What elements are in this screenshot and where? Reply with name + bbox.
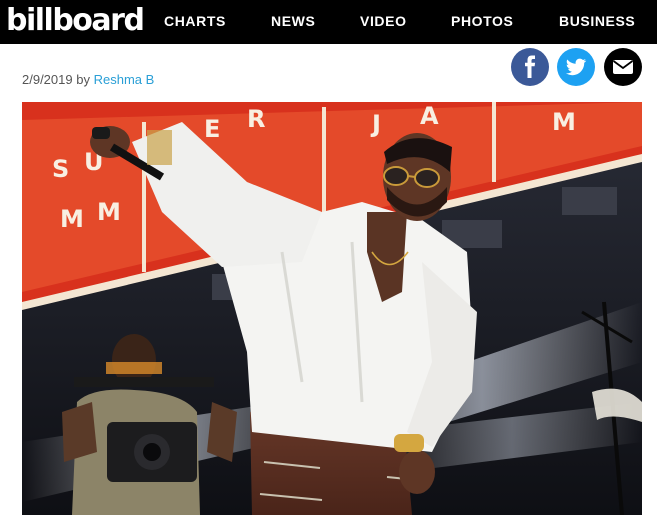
author-link[interactable]: Reshma B	[94, 72, 155, 87]
nav-business[interactable]: BUSINESS	[559, 13, 635, 29]
gold-watch	[394, 434, 424, 452]
banner-letter: M	[552, 108, 576, 136]
email-icon	[612, 60, 634, 74]
banner-letter: J	[370, 110, 381, 138]
billboard-logo[interactable]: billboard	[6, 2, 145, 40]
top-navigation-bar: billboard CHARTS NEWS VIDEO PHOTOS BUSIN…	[0, 0, 657, 44]
article-byline: 2/9/2019 by Reshma B	[22, 72, 154, 87]
concert-performer-photo: S U M M E R J A M	[22, 102, 642, 515]
microphone	[92, 127, 110, 139]
facebook-icon	[525, 55, 536, 78]
nav-video[interactable]: VIDEO	[360, 13, 407, 29]
banner-letter: M	[97, 198, 121, 226]
nav-photos[interactable]: PHOTOS	[451, 13, 513, 29]
banner-letter: E	[204, 115, 220, 143]
banner-letter: S	[52, 155, 69, 183]
nav-news[interactable]: NEWS	[271, 13, 315, 29]
banner-letter: M	[60, 205, 84, 233]
nav-charts[interactable]: CHARTS	[164, 13, 226, 29]
byline-by: by	[76, 72, 90, 87]
publish-date: 2/9/2019	[22, 72, 73, 87]
camera-gimbal	[74, 377, 214, 387]
email-share-button[interactable]	[604, 48, 642, 86]
facebook-share-button[interactable]	[511, 48, 549, 86]
twitter-icon	[565, 58, 587, 76]
banner-letter: A	[420, 102, 439, 130]
twitter-share-button[interactable]	[557, 48, 595, 86]
banner-letter: R	[247, 105, 265, 133]
hero-photo: S U M M E R J A M	[22, 102, 642, 515]
